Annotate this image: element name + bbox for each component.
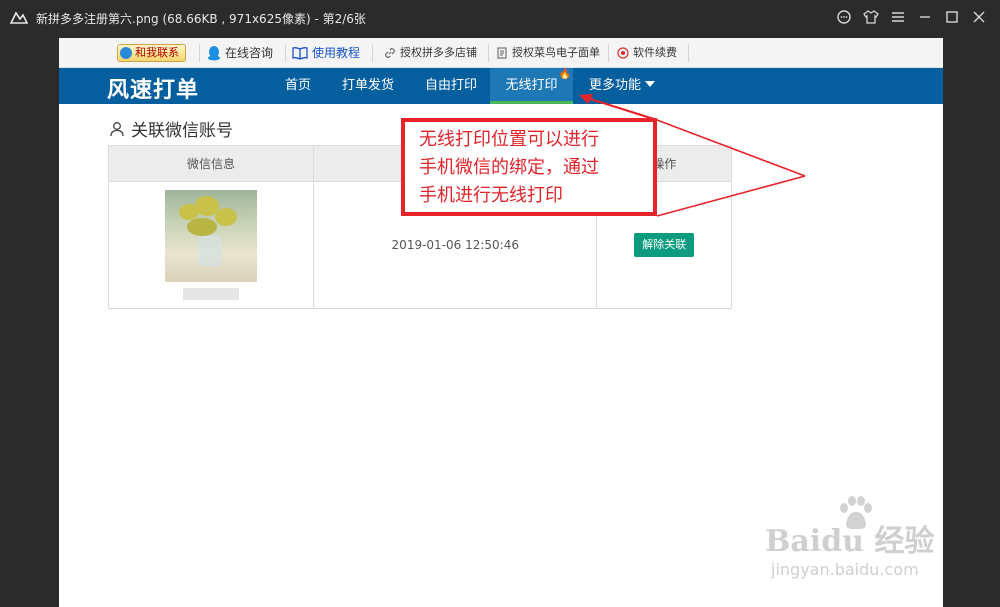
document-icon bbox=[497, 47, 507, 59]
authorize-pdd-label: 授权拼多多店铺 bbox=[400, 46, 477, 59]
yen-coin-icon bbox=[617, 47, 629, 59]
book-icon bbox=[292, 47, 308, 60]
nav-more-features[interactable]: 更多功能 bbox=[583, 68, 661, 104]
divider bbox=[199, 44, 200, 62]
user-icon bbox=[110, 121, 124, 136]
annotation-callout: 无线打印位置可以进行 手机微信的绑定，通过 手机进行无线打印 bbox=[401, 118, 657, 216]
authorize-cainiao-link[interactable]: 授权菜鸟电子面单 bbox=[496, 43, 600, 63]
contact-me-label: 和我联系 bbox=[135, 46, 179, 59]
link-icon bbox=[385, 48, 395, 58]
divider bbox=[285, 44, 286, 62]
quick-toolbar: 和我联系 在线咨询 使用教程 授权拼多多店铺 授权菜鸟电子面单 软件续费 bbox=[59, 38, 943, 68]
menu-icon[interactable] bbox=[889, 9, 907, 27]
unbind-button[interactable]: 解除关联 bbox=[634, 233, 695, 257]
nav-wireless-print-label: 无线打印 bbox=[505, 78, 558, 93]
window-title: 新拼多多注册第六.png (68.66KB , 971x625像素) - 第2/… bbox=[36, 12, 366, 26]
tutorial-label: 使用教程 bbox=[312, 46, 361, 60]
nav-wireless-print[interactable]: 无线打印 🔥 bbox=[490, 68, 573, 104]
tutorial-link[interactable]: 使用教程 bbox=[292, 43, 360, 63]
nav-print-ship[interactable]: 打单发货 bbox=[336, 68, 400, 104]
col-wechat-info: 微信信息 bbox=[107, 145, 315, 182]
watermark-main-text: Baidu 经验 bbox=[765, 524, 935, 559]
annotation-line-2: 手机微信的绑定，通过 bbox=[419, 157, 599, 178]
hot-flame-icon: 🔥 bbox=[558, 69, 571, 80]
viewer-logo-icon bbox=[10, 11, 28, 24]
divider bbox=[688, 44, 689, 62]
nav-free-print[interactable]: 自由打印 bbox=[419, 68, 483, 104]
maximize-icon[interactable] bbox=[943, 9, 961, 27]
watermark-url: jingyan.baidu.com bbox=[771, 560, 919, 579]
page-title: 关联微信账号 bbox=[109, 116, 233, 141]
renew-software-label: 软件续费 bbox=[633, 46, 677, 59]
nav-home[interactable]: 首页 bbox=[279, 68, 317, 104]
feedback-icon[interactable] bbox=[835, 9, 853, 27]
baidu-watermark: Baidu 经验 jingyan.baidu.com bbox=[765, 494, 943, 604]
page-title-text: 关联微信账号 bbox=[131, 121, 233, 141]
qq-icon bbox=[120, 47, 132, 59]
penguin-icon bbox=[208, 46, 220, 61]
wechat-avatar bbox=[165, 190, 258, 282]
blurred-nickname bbox=[183, 288, 240, 300]
authorize-pdd-link[interactable]: 授权拼多多店铺 bbox=[384, 43, 477, 63]
contact-me-button[interactable]: 和我联系 bbox=[117, 43, 186, 63]
divider bbox=[372, 44, 373, 62]
chevron-down-icon bbox=[645, 81, 656, 87]
displayed-screenshot: 和我联系 在线咨询 使用教程 授权拼多多店铺 授权菜鸟电子面单 软件续费 风速打… bbox=[59, 38, 943, 607]
divider bbox=[488, 44, 489, 62]
authorize-cainiao-label: 授权菜鸟电子面单 bbox=[512, 46, 600, 59]
divider bbox=[608, 44, 609, 62]
viewer-titlebar: 新拼多多注册第六.png (68.66KB , 971x625像素) - 第2/… bbox=[0, 0, 1000, 36]
annotation-line-1: 无线打印位置可以进行 bbox=[419, 129, 599, 150]
main-navbar: 风速打单 首页 打单发货 自由打印 无线打印 🔥 更多功能 bbox=[59, 68, 943, 104]
renew-software-link[interactable]: 软件续费 bbox=[617, 43, 677, 63]
nav-more-features-label: 更多功能 bbox=[589, 78, 642, 93]
brand-logo: 风速打单 bbox=[107, 78, 200, 103]
annotation-line-3: 手机进行无线打印 bbox=[419, 185, 563, 206]
minimize-icon[interactable] bbox=[916, 9, 934, 27]
online-consult-link[interactable]: 在线咨询 bbox=[207, 43, 273, 63]
close-icon[interactable] bbox=[970, 9, 988, 27]
wechat-info-cell bbox=[107, 181, 315, 309]
skin-icon[interactable] bbox=[862, 9, 880, 27]
online-consult-label: 在线咨询 bbox=[225, 46, 274, 60]
